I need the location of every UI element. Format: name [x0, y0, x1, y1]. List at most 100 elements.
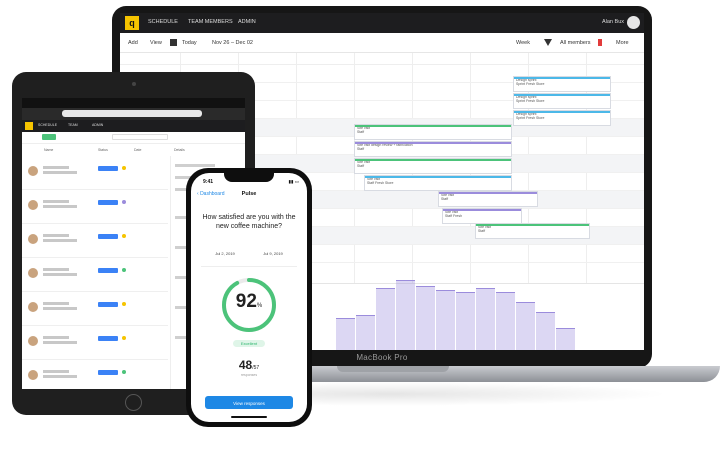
- app-logo: q: [125, 16, 139, 30]
- histogram-bar: [476, 288, 495, 350]
- task-card[interactable]: Site visit Staff: [354, 124, 512, 140]
- list-item[interactable]: [22, 292, 168, 326]
- list-item[interactable]: [22, 326, 168, 360]
- row-line: [43, 166, 69, 169]
- avatar: [28, 370, 38, 380]
- row-line: [43, 302, 69, 305]
- calendar-icon[interactable]: [170, 39, 177, 46]
- status-badge: [98, 336, 118, 341]
- status-dot-icon: [122, 166, 126, 170]
- search-input[interactable]: [112, 134, 168, 140]
- list-item[interactable]: [22, 360, 168, 389]
- task-color-bar: [514, 77, 610, 79]
- task-card[interactable]: Site visit design review + fabrication St…: [354, 141, 512, 157]
- status-badge: [98, 370, 118, 375]
- column-header[interactable]: Details: [174, 148, 185, 152]
- histogram-bar: [536, 312, 555, 350]
- histogram-bar: [416, 286, 435, 350]
- status-badge: [98, 234, 118, 239]
- phone-device: 9:41 ▮▮ ▭ ‹ Dashboard Pulse How satisfie…: [186, 168, 312, 427]
- histogram-bar: [436, 290, 455, 350]
- histogram-bar: [516, 302, 535, 350]
- gantt-header: [120, 53, 644, 65]
- phone-screen: 9:41 ▮▮ ▭ ‹ Dashboard Pulse How satisfie…: [191, 173, 307, 422]
- task-card[interactable]: Design sprint Sprint Fresh Store: [513, 93, 611, 109]
- histogram-bar: [336, 318, 355, 350]
- home-indicator: [231, 416, 267, 418]
- status-badge: [98, 166, 118, 171]
- user-avatar-icon[interactable]: [627, 16, 640, 29]
- nav-schedule[interactable]: SCHEDULE: [38, 123, 57, 127]
- task-card[interactable]: Site visit Staff Fresh Store: [364, 175, 512, 191]
- task-subtitle: Staff: [357, 130, 365, 134]
- column-header[interactable]: Date: [134, 148, 141, 152]
- row-line: [43, 171, 77, 174]
- histogram-bar: [496, 292, 515, 350]
- mode-select[interactable]: Week: [516, 40, 530, 46]
- nav-team-members[interactable]: TEAM MEMBERS: [188, 19, 233, 25]
- histogram-bar: [456, 292, 475, 350]
- avatar: [28, 234, 38, 244]
- nav-schedule[interactable]: SCHEDULE: [148, 19, 178, 25]
- task-card[interactable]: Design sprint Sprint Fresh Store: [513, 76, 611, 92]
- status-dot-icon: [122, 370, 126, 374]
- avatar: [28, 268, 38, 278]
- score-value: 92%: [219, 291, 279, 313]
- nav-admin[interactable]: ADMIN: [92, 123, 103, 127]
- survey-question: How satisfied are you with the new coffe…: [202, 214, 296, 230]
- avatar: [28, 166, 38, 176]
- column-header[interactable]: Status: [98, 148, 108, 152]
- row-line: [43, 200, 69, 203]
- date-range[interactable]: Nov 26 – Dec 02: [212, 40, 253, 46]
- histogram-bar: [356, 315, 375, 350]
- status-badge: [98, 200, 118, 205]
- user-name[interactable]: Alan Bux: [602, 19, 624, 25]
- task-card[interactable]: Site visit Staff: [475, 223, 590, 239]
- row-line: [43, 205, 77, 208]
- status-badge: [98, 302, 118, 307]
- date-to: Jul 9, 2019: [263, 251, 283, 256]
- view-button[interactable]: View: [150, 40, 162, 46]
- task-color-bar: [514, 94, 610, 96]
- histogram-bar: [396, 280, 415, 350]
- column-header[interactable]: Name: [44, 148, 53, 152]
- today-button[interactable]: Today: [182, 40, 197, 46]
- url-field[interactable]: [62, 110, 202, 117]
- page-title: Pulse: [241, 191, 257, 197]
- task-subtitle: Staff Fresh: [445, 214, 463, 218]
- row-line: [43, 268, 69, 271]
- task-card[interactable]: Site visit Staff: [438, 191, 538, 207]
- task-subtitle: Staff: [441, 197, 449, 201]
- nav-team[interactable]: TEAM: [68, 123, 78, 127]
- avatar: [28, 302, 38, 312]
- count-number: 48: [238, 358, 253, 372]
- row-line: [43, 341, 77, 344]
- histogram-bar: [556, 328, 575, 350]
- status-dot-icon: [122, 268, 126, 272]
- more-button[interactable]: More: [616, 40, 629, 46]
- score-unit: %: [256, 303, 263, 309]
- list-item[interactable]: [22, 190, 168, 224]
- score-tag: Excellent: [233, 340, 265, 347]
- camera-icon: [132, 82, 136, 86]
- list-item[interactable]: [22, 258, 168, 292]
- task-card[interactable]: Site visit Staff: [354, 158, 512, 174]
- task-card[interactable]: Site visit Staff Fresh: [442, 208, 522, 224]
- task-color-bar: [443, 209, 521, 211]
- task-subtitle: Staff Fresh Store: [367, 181, 394, 185]
- filter-icon[interactable]: [544, 39, 552, 46]
- avatar: [28, 200, 38, 210]
- task-card[interactable]: Design sprint Sprint Fresh Store: [513, 110, 611, 126]
- list-item[interactable]: [22, 156, 168, 190]
- row-line: [43, 239, 77, 242]
- status-time: 9:41: [203, 179, 214, 185]
- view-responses-button[interactable]: View responses: [205, 396, 293, 409]
- nav-admin[interactable]: ADMIN: [238, 19, 256, 25]
- task-color-bar: [476, 224, 589, 226]
- home-button[interactable]: [125, 394, 142, 411]
- task-color-bar: [365, 176, 511, 178]
- add-button[interactable]: Add: [128, 40, 138, 46]
- add-button[interactable]: [42, 134, 56, 140]
- list-item[interactable]: [22, 224, 168, 258]
- members-select[interactable]: All members: [560, 40, 591, 46]
